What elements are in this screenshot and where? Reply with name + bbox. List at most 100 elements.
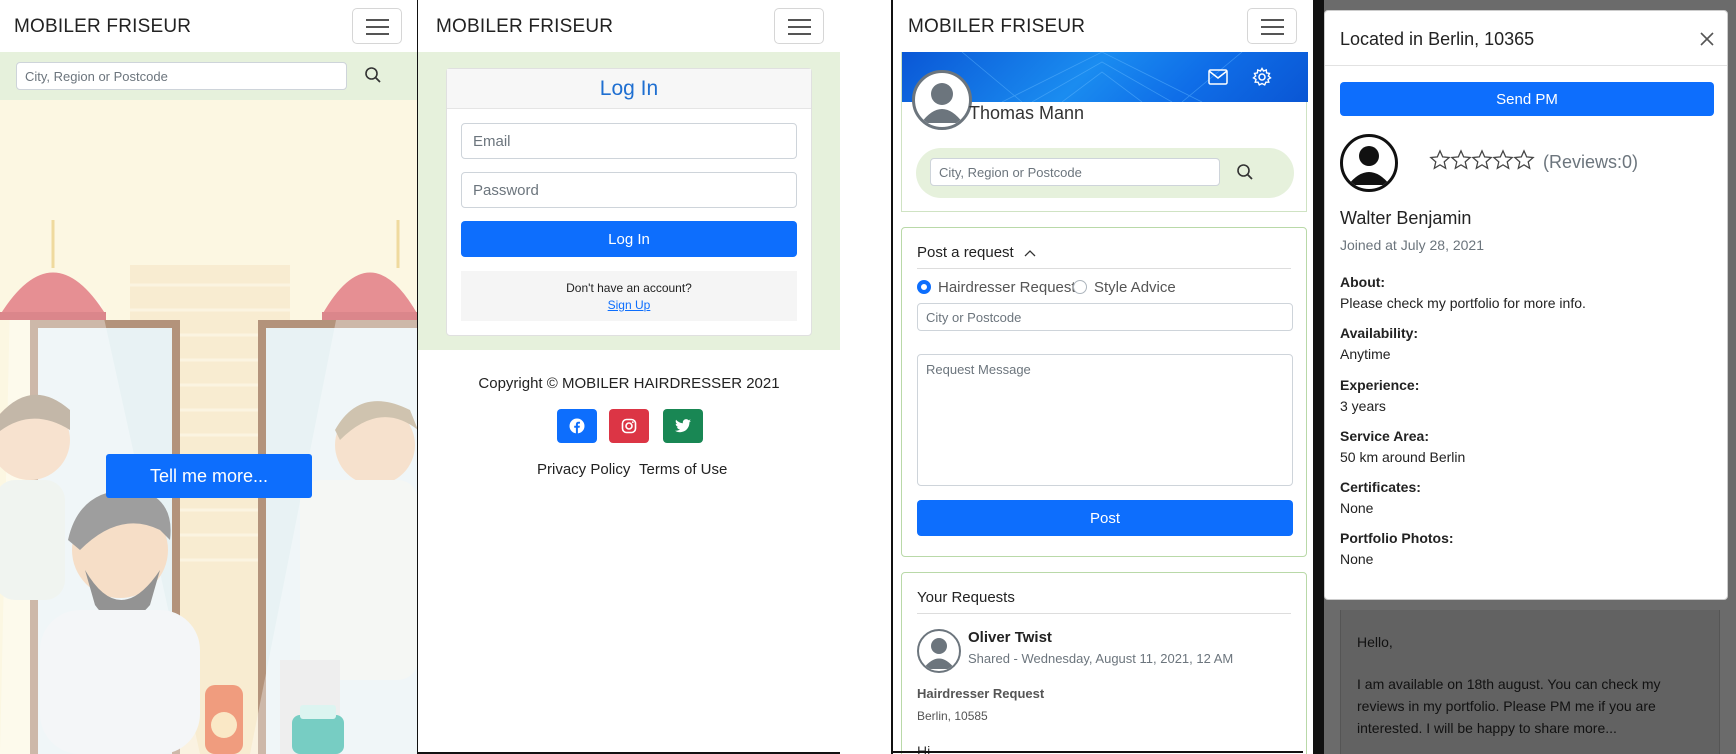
experience-label: Experience: [1340,377,1420,393]
joined-date: Joined at July 28, 2021 [1340,237,1484,253]
message-background: Hello, I am available on 18th august. Yo… [1340,610,1720,754]
search-icon[interactable] [364,66,382,89]
no-account-text: Don't have an account? [566,281,692,295]
terms-of-use-link[interactable]: Terms of Use [639,461,727,478]
login-screen: MOBILER FRISEUR Log In Email Password Lo… [418,0,840,754]
menu-toggle-button[interactable] [1247,8,1297,44]
menu-toggle-button[interactable] [774,8,824,44]
hairdresser-request-radio[interactable] [917,280,931,294]
hairdresser-request-label[interactable]: Hairdresser Request [938,279,1076,296]
request-message-field[interactable]: Request Message [917,354,1293,486]
portfolio-photos-label: Portfolio Photos: [1340,530,1454,546]
post-request-label: Post a request [917,244,1014,261]
star-icon[interactable] [1429,149,1451,171]
barbershop-illustration [0,100,418,754]
availability-label: Availability: [1340,325,1419,341]
facebook-icon[interactable] [557,409,597,443]
style-advice-radio[interactable] [1073,280,1087,294]
divider [1313,0,1324,754]
tell-me-more-button[interactable]: Tell me more... [106,454,312,498]
post-request-card: Post a request Hairdresser Request Style… [901,227,1307,557]
profile-search-bar: City, Region or Postcode [916,148,1294,198]
post-request-title[interactable]: Post a request [917,244,1036,261]
mail-icon[interactable] [1208,69,1228,90]
login-title: Log In [447,69,811,109]
star-icon[interactable] [1492,149,1514,171]
hairdresser-name: Walter Benjamin [1340,208,1472,228]
style-advice-label[interactable]: Style Advice [1094,279,1176,296]
search-icon[interactable] [1236,163,1254,186]
email-placeholder: Email [473,132,511,150]
service-area-value: 50 km around Berlin [1340,449,1466,465]
about-value: Please check my portfolio for more info. [1340,295,1586,311]
experience-value: 3 years [1340,398,1386,414]
search-placeholder: City, Region or Postcode [939,164,1082,180]
certificates-label: Certificates: [1340,479,1421,495]
dashboard-screen: MOBILER FRISEUR Thomas Mann City, Region… [893,0,1313,754]
city-placeholder: City or Postcode [926,309,1022,325]
email-field[interactable]: Email [461,123,797,159]
avatar [912,70,972,130]
post-button[interactable]: Post [917,500,1293,536]
navbar: MOBILER FRISEUR [418,0,840,52]
request-author[interactable]: Oliver Twist [968,629,1052,646]
gear-icon[interactable] [1252,67,1272,92]
profile-modal: Located in Berlin, 10365 Send PM (Review… [1324,10,1728,600]
message-placeholder: Request Message [926,362,1031,377]
divider [917,268,1291,269]
star-icon[interactable] [1471,149,1493,171]
login-card: Log In Email Password Log In Don't have … [446,68,812,336]
login-section: Log In Email Password Log In Don't have … [418,52,840,350]
message-line: reviews in my portfolio. Please PM me if… [1357,698,1656,714]
bottom-border [893,751,1303,753]
your-requests-card: Your Requests Oliver Twist Shared - Wedn… [901,572,1307,754]
signup-link[interactable]: Sign Up [608,298,651,312]
message-line: Hello, [1357,634,1393,650]
rating-stars [1429,149,1539,171]
profile-modal-screen: Hello, I am available on 18th august. Yo… [1324,0,1736,754]
avatar [1340,134,1398,192]
menu-toggle-button[interactable] [352,8,402,44]
star-icon[interactable] [1513,149,1535,171]
privacy-policy-link[interactable]: Privacy Policy [537,461,630,478]
hero-illustration: Tell me more... [0,100,418,754]
request-avatar [917,629,961,673]
request-location: Berlin, 10585 [917,709,988,723]
instagram-icon[interactable] [609,409,649,443]
service-area-label: Service Area: [1340,428,1429,444]
star-icon[interactable] [1450,149,1472,171]
reviews-count: (Reviews:0) [1543,152,1639,172]
about-label: About: [1340,274,1386,290]
request-type: Hairdresser Request [917,686,1045,701]
search-input[interactable]: City, Region or Postcode [930,158,1220,186]
certificates-value: None [1340,500,1374,516]
request-shared-date: Shared - Wednesday, August 11, 2021, 12 … [968,651,1234,666]
search-bar: City, Region or Postcode [0,52,418,100]
divider [1325,65,1727,66]
password-placeholder: Password [473,181,539,199]
divider [917,613,1291,614]
portfolio-photos-value: None [1340,551,1374,567]
availability-value: Anytime [1340,346,1391,362]
brand-logo[interactable]: MOBILER FRISEUR [436,16,613,38]
navbar: MOBILER FRISEUR [0,0,418,52]
brand-logo[interactable]: MOBILER FRISEUR [908,16,1085,38]
user-name: Thomas Mann [969,103,1085,123]
close-icon[interactable] [1699,31,1715,52]
signup-box: Don't have an account? Sign Up [461,271,797,321]
modal-title: Located in Berlin, 10365 [1340,29,1535,49]
password-field[interactable]: Password [461,172,797,208]
your-requests-title: Your Requests [917,589,1015,606]
twitter-icon[interactable] [663,409,703,443]
message-line: I am available on 18th august. You can c… [1357,676,1661,692]
city-postcode-field[interactable]: City or Postcode [917,303,1293,331]
send-pm-button[interactable]: Send PM [1340,82,1714,116]
message-line: interested. I will be happy to share mor… [1357,720,1617,736]
login-button[interactable]: Log In [461,221,797,257]
chevron-up-icon[interactable] [1024,244,1036,261]
brand-logo[interactable]: MOBILER FRISEUR [14,16,191,38]
navbar: MOBILER FRISEUR [893,0,1313,52]
home-screen: MOBILER FRISEUR City, Region or Postcode [0,0,418,754]
search-input[interactable]: City, Region or Postcode [16,62,347,90]
copyright: Copyright © MOBILER HAIRDRESSER 2021 [478,375,780,392]
